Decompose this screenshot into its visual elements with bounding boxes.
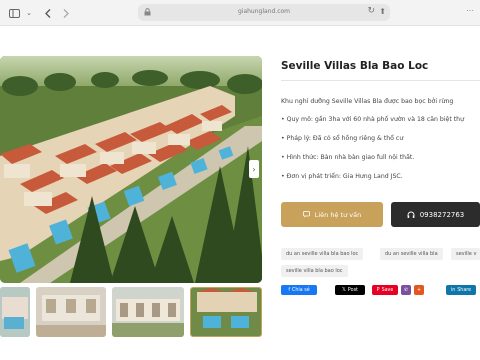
linkedin-icon: in [450, 287, 456, 293]
sidebar-icon[interactable] [6, 5, 22, 21]
pinterest-save-button[interactable]: P Save [372, 285, 398, 295]
address-bar[interactable]: giahungland.com ↻ ⬆ [138, 4, 390, 21]
thumbnail-strip [0, 287, 262, 337]
linkedin-share-button[interactable]: in Share [446, 285, 476, 295]
thumbnail-4[interactable] [190, 287, 262, 337]
viber-icon: ✆ [403, 287, 409, 293]
phone-button-label: 0938272763 [419, 210, 465, 219]
reload-icon[interactable]: ↻ [367, 6, 375, 16]
chevron-down-icon[interactable]: ⌄ [21, 5, 37, 21]
more-share-button[interactable]: + [414, 285, 424, 295]
thumbnail-2[interactable] [36, 287, 106, 337]
hero-image[interactable]: › [0, 56, 262, 283]
thumbnail-1[interactable] [0, 287, 30, 337]
next-image-button[interactable]: › [249, 160, 259, 178]
description-line: • Đơn vị phát triển: Gia Hưng Land JSC. [281, 173, 403, 180]
plus-icon: + [416, 287, 422, 293]
browser-toolbar: ⌄ giahungland.com ↻ ⬆ ⋯ [0, 0, 480, 26]
page-title: Seville Villas Bla Bao Loc [281, 60, 429, 72]
chevron-left-icon[interactable] [40, 5, 56, 21]
thumbnail-3[interactable] [112, 287, 184, 337]
x-icon: 𝕏 [342, 287, 346, 293]
contact-button[interactable]: Liên hệ tư vấn [281, 202, 383, 227]
divider [281, 80, 480, 81]
description-line: • Pháp lý: Đã có sổ hồng riêng & thổ cư [281, 135, 404, 142]
pinterest-icon: P [376, 287, 380, 293]
tag[interactable]: du an seville villa bla bao loc [281, 248, 364, 260]
contact-button-label: Liên hệ tư vấn [314, 210, 362, 219]
tag[interactable]: seville villa bla bao loc [281, 265, 348, 277]
x-post-button[interactable]: 𝕏 Post [335, 285, 365, 295]
phone-button[interactable]: 0938272763 [391, 202, 480, 227]
tag[interactable]: du an seville villa bla [380, 248, 443, 260]
description-line: Khu nghỉ dưỡng Seville Villas Bla được b… [281, 98, 454, 105]
facebook-icon: f [288, 287, 291, 293]
facebook-share-button[interactable]: f Chia sẻ [281, 285, 317, 295]
viber-share-button[interactable]: ✆ [401, 285, 411, 295]
description-line: • Hình thức: Bàn nhà bàn giao full nội t… [281, 154, 415, 161]
chat-icon [302, 211, 310, 218]
more-icon[interactable]: ⋯ [466, 6, 474, 15]
headset-icon [407, 211, 415, 218]
tag[interactable]: seville v [451, 248, 480, 260]
description-line: • Quy mô: gần 3ha với 60 nhà phố vườn và… [281, 116, 465, 123]
share-icon[interactable]: ⬆ [379, 7, 386, 16]
chevron-right-icon[interactable] [58, 5, 74, 21]
url-text: giahungland.com [237, 8, 291, 15]
